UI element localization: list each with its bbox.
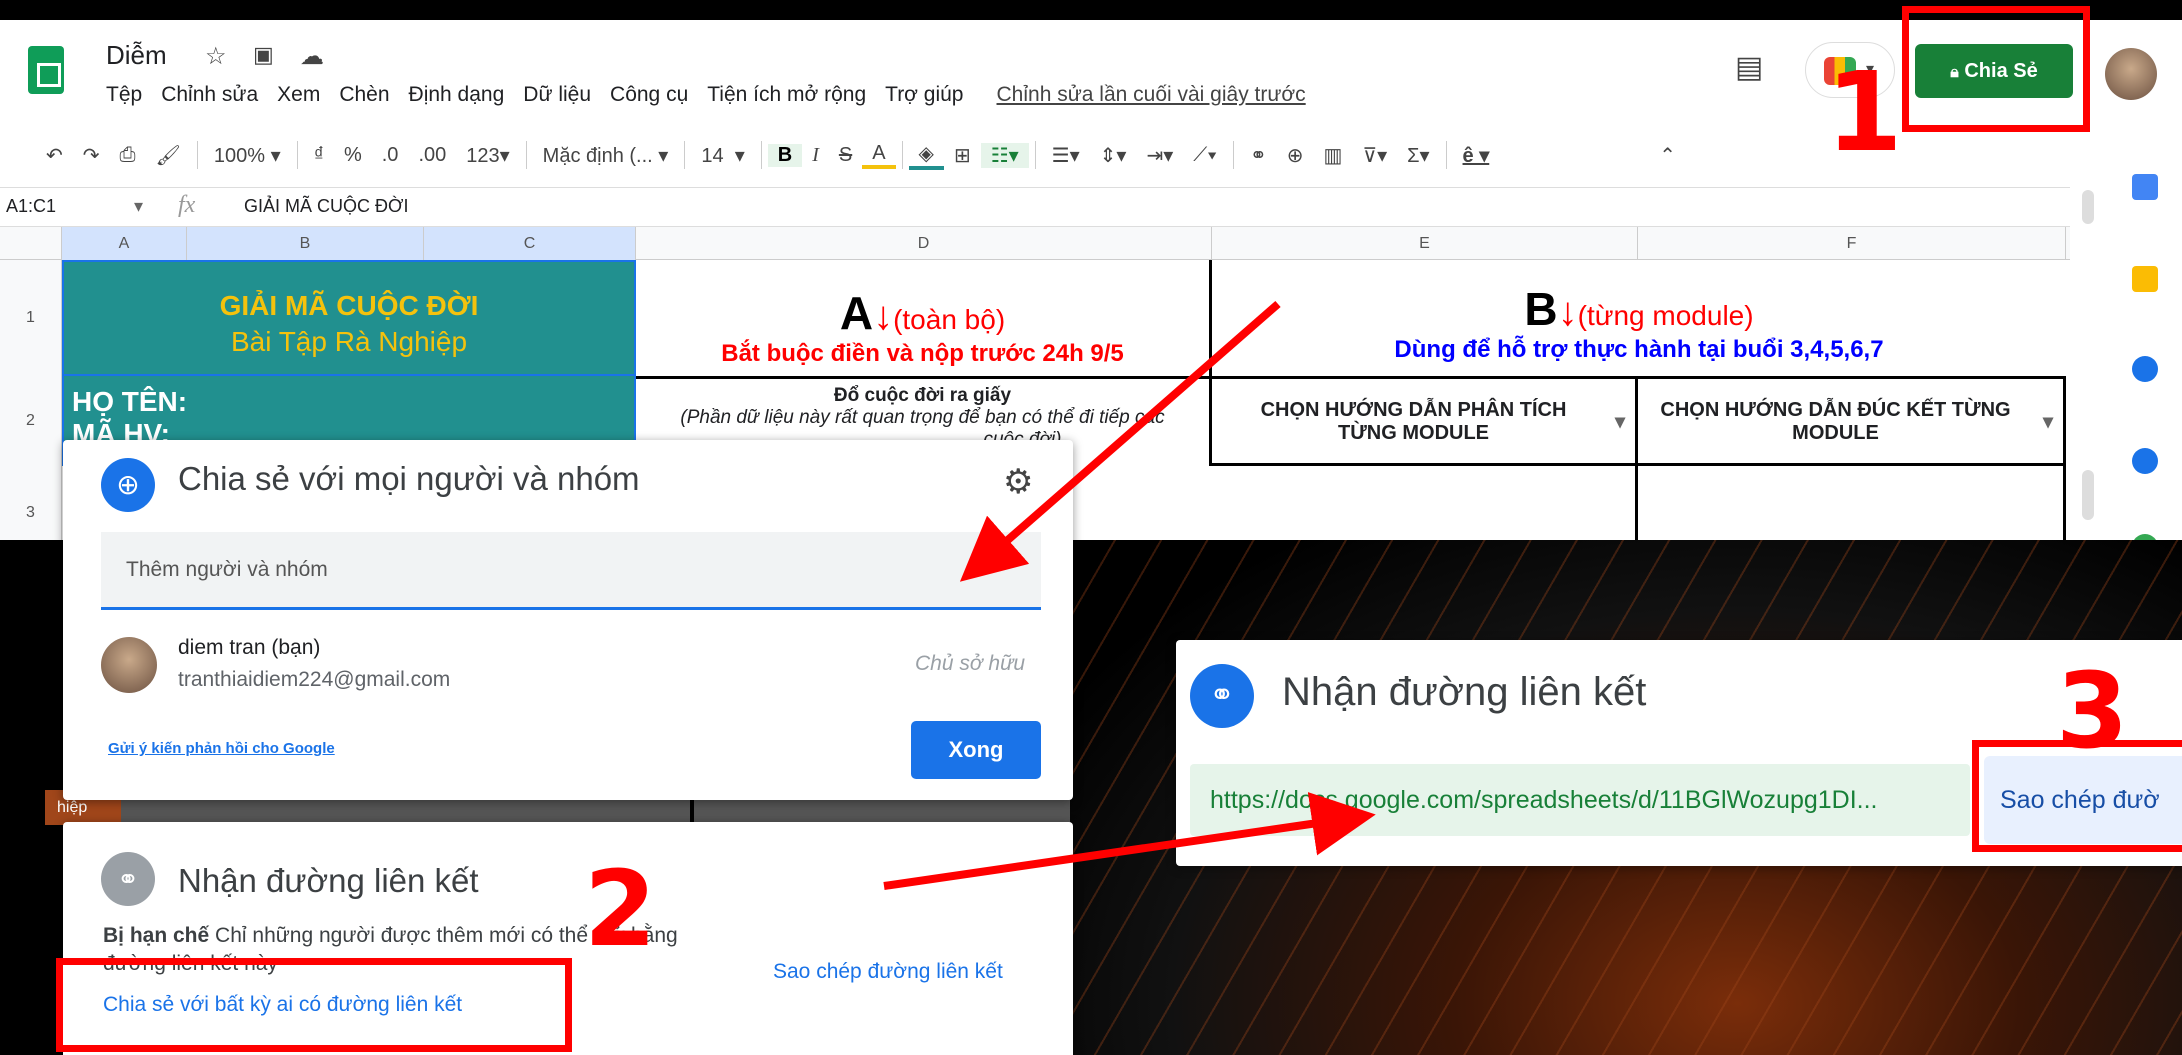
arrow-to-link-field xyxy=(883,792,1376,890)
annotation-arrows xyxy=(883,300,1376,890)
arrow-to-share-dialog xyxy=(959,300,1281,582)
